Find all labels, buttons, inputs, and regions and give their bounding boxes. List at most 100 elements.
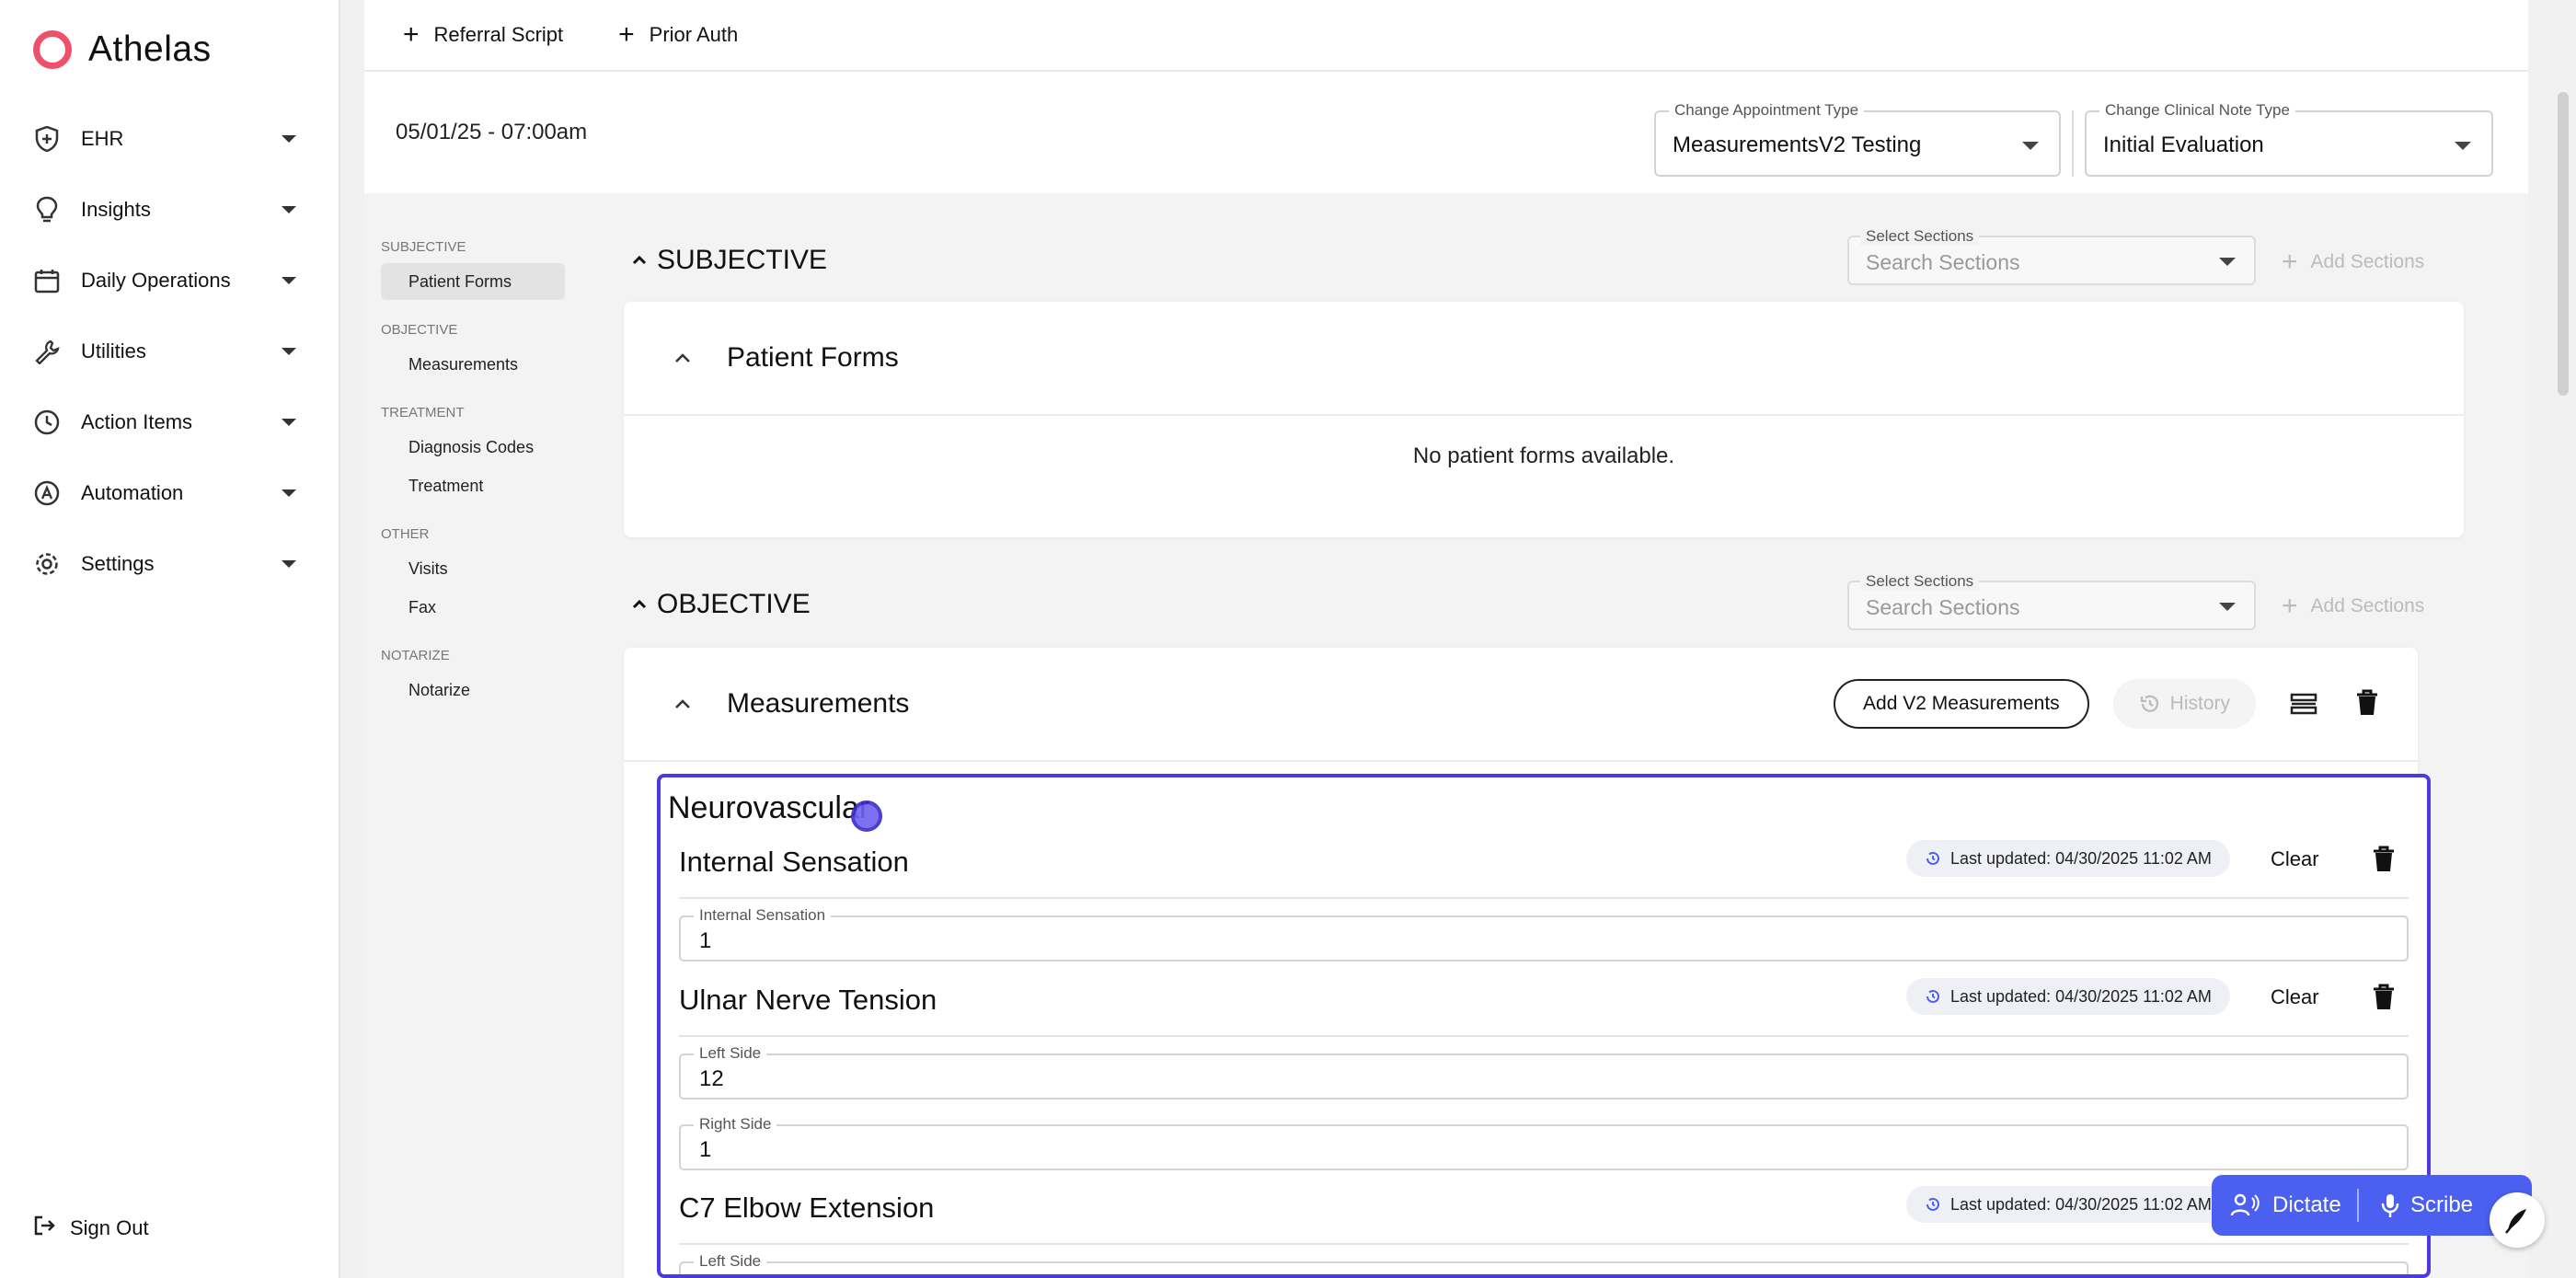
measurements-actions: Add V2 Measurements History	[1834, 679, 2381, 729]
add-sections-label: Add Sections	[2310, 251, 2425, 272]
wrench-icon	[33, 338, 61, 365]
history-button[interactable]: History	[2112, 679, 2256, 729]
section-nav-item-diagnosis-codes[interactable]: Diagnosis Codes	[381, 429, 565, 466]
sidebar-item-action-items[interactable]: Action Items	[0, 386, 340, 457]
chevron-down-icon	[282, 347, 296, 355]
scrollbar[interactable]	[2558, 92, 2569, 396]
subjective-section-header[interactable]: SUBJECTIVE	[631, 245, 827, 276]
objective-add-sections-button[interactable]: + Add Sections	[2282, 593, 2424, 620]
refresh-clock-icon	[1926, 989, 1939, 1003]
cursor-indicator	[851, 800, 882, 832]
subjective-search-sections[interactable]: Select Sections Search Sections	[1847, 227, 2256, 285]
section-nav-item-treatment[interactable]: Treatment	[381, 467, 565, 504]
measure-title-c7-elbow-extension: C7 Elbow Extension	[679, 1192, 935, 1224]
patient-forms-header[interactable]: Patient Forms	[624, 302, 2464, 416]
section-nav-group-title: OTHER	[381, 526, 430, 542]
quill-action-button[interactable]	[2490, 1192, 2545, 1248]
add-v2-measurements-button[interactable]: Add V2 Measurements	[1834, 679, 2089, 729]
last-updated-text: Last updated: 04/30/2025 11:02 AM	[1950, 848, 2212, 868]
last-updated-text: Last updated: 04/30/2025 11:02 AM	[1950, 1194, 2212, 1214]
subjective-add-sections-button[interactable]: + Add Sections	[2282, 248, 2424, 276]
appointment-type-select[interactable]: Change Appointment Type MeasurementsV2 T…	[1654, 101, 2061, 177]
clock-icon	[33, 409, 61, 436]
objective-section-header[interactable]: OBJECTIVE	[631, 589, 811, 620]
chevron-down-icon	[282, 276, 296, 284]
plus-icon: +	[618, 19, 635, 50]
search-sections-placeholder: Search Sections	[1866, 595, 2020, 619]
field-label: Internal Sensation	[694, 906, 832, 925]
clear-button[interactable]: Clear	[2271, 847, 2319, 871]
section-nav-item-visits[interactable]: Visits	[381, 550, 565, 587]
last-updated-badge: Last updated: 04/30/2025 11:02 AM	[1906, 978, 2230, 1015]
dictate-button[interactable]: Dictate	[2212, 1192, 2357, 1218]
sign-out-label: Sign Out	[70, 1216, 149, 1239]
ulnar-right-side-field[interactable]: Right Side 1	[679, 1115, 2409, 1170]
chevron-up-icon	[675, 353, 690, 363]
measure-title-ulnar-nerve-tension: Ulnar Nerve Tension	[679, 984, 937, 1016]
chevron-down-icon	[2455, 142, 2471, 150]
dictate-label: Dictate	[2272, 1192, 2341, 1217]
internal-sensation-field[interactable]: Internal Sensation 1	[679, 906, 2409, 961]
sidebar-item-utilities[interactable]: Utilities	[0, 316, 340, 386]
last-updated-text: Last updated: 04/30/2025 11:02 AM	[1950, 986, 2212, 1006]
divider	[679, 897, 2409, 899]
plus-icon: +	[2282, 591, 2298, 621]
sidebar-item-label: Daily Operations	[81, 268, 231, 292]
section-nav-group-title: NOTARIZE	[381, 648, 450, 663]
subjective-title: SUBJECTIVE	[657, 245, 828, 275]
calendar-icon	[33, 267, 61, 294]
prior-auth-button[interactable]: + Prior Auth	[618, 21, 738, 49]
trash-icon[interactable]	[2372, 846, 2396, 873]
clear-button[interactable]: Clear	[2271, 985, 2319, 1009]
sidebar-item-settings[interactable]: Settings	[0, 528, 340, 599]
sidebar-item-automation[interactable]: Automation	[0, 457, 340, 528]
section-nav: SUBJECTIVE Patient Forms OBJECTIVE Measu…	[381, 239, 565, 710]
section-nav-item-fax[interactable]: Fax	[381, 589, 565, 626]
section-nav-item-patient-forms[interactable]: Patient Forms	[381, 263, 565, 300]
sidebar-item-insights[interactable]: Insights	[0, 174, 340, 245]
clinical-note-type-select[interactable]: Change Clinical Note Type Initial Evalua…	[2085, 101, 2493, 177]
sidebar-item-ehr[interactable]: EHR	[0, 103, 340, 174]
chevron-up-icon	[632, 599, 647, 609]
field-label: Left Side	[694, 1044, 767, 1063]
field-value: 1	[699, 928, 712, 953]
sidebar-item-label: Automation	[81, 480, 184, 504]
sidebar-item-label: Action Items	[81, 409, 193, 433]
last-updated-badge: Last updated: 04/30/2025 11:02 AM	[1906, 840, 2230, 877]
clinical-note-type-label: Change Clinical Note Type	[2099, 101, 2295, 120]
sign-out-button[interactable]: Sign Out	[33, 1215, 149, 1242]
reorder-button[interactable]	[2289, 689, 2318, 719]
trash-icon[interactable]	[2372, 984, 2396, 1011]
section-nav-item-notarize[interactable]: Notarize	[381, 672, 565, 708]
select-sections-label: Select Sections	[1860, 572, 1980, 591]
refresh-clock-icon	[1926, 1197, 1939, 1211]
add-sections-label: Add Sections	[2310, 595, 2425, 616]
ulnar-left-side-field[interactable]: Left Side 12	[679, 1044, 2409, 1100]
top-toolbar: + Referral Script + Prior Auth	[364, 0, 2528, 72]
appointment-header: 05/01/25 - 07:00am Change Appointment Ty…	[364, 74, 2528, 191]
section-nav-item-measurements[interactable]: Measurements	[381, 346, 565, 383]
dictation-toolbar: Dictate Scribe	[2212, 1175, 2532, 1236]
section-nav-group-title: SUBJECTIVE	[381, 239, 466, 255]
sidebar-item-daily-operations[interactable]: Daily Operations	[0, 245, 340, 316]
referral-script-button[interactable]: + Referral Script	[403, 21, 563, 49]
refresh-clock-icon	[1926, 851, 1939, 865]
plus-icon: +	[2282, 247, 2298, 277]
section-nav-group-title: TREATMENT	[381, 405, 465, 420]
c7-left-side-field[interactable]: Left Side	[679, 1252, 2409, 1274]
brand-logo[interactable]: Athelas	[33, 29, 212, 70]
referral-script-label: Referral Script	[433, 23, 564, 46]
divider	[679, 1243, 2409, 1245]
objective-search-sections[interactable]: Select Sections Search Sections	[1847, 572, 2256, 630]
trash-icon	[2357, 689, 2377, 715]
delete-measurements-button[interactable]	[2355, 689, 2381, 719]
scribe-button[interactable]: Scribe	[2359, 1192, 2473, 1218]
patient-forms-card: Patient Forms No patient forms available…	[624, 302, 2464, 537]
chevron-up-icon	[632, 255, 647, 265]
quill-icon	[2505, 1209, 2526, 1234]
neurovascular-panel: Neurovascular Internal Sensation Last up…	[657, 774, 2431, 1278]
automation-icon	[33, 479, 61, 507]
field-label: Left Side	[694, 1252, 767, 1271]
measurements-title: Measurements	[727, 688, 910, 719]
chevron-down-icon	[282, 559, 296, 568]
